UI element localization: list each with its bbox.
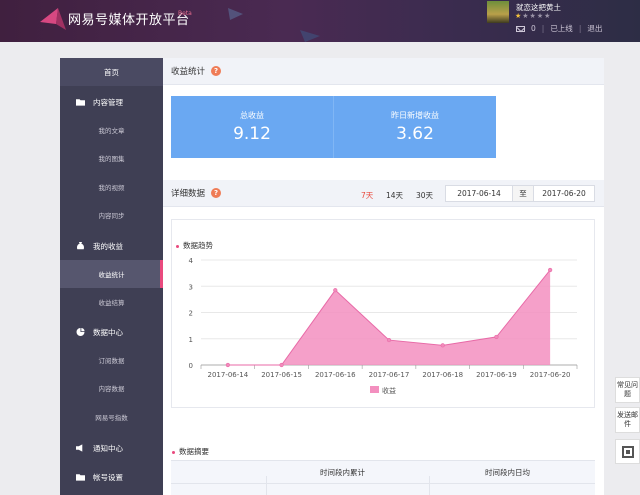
summary-header-daily-average: 时间段内日均 <box>485 467 530 478</box>
faq-button[interactable]: 常见问题 <box>615 377 640 403</box>
data-point <box>280 363 284 367</box>
data-point <box>495 335 499 339</box>
bullet-dot <box>172 451 175 454</box>
data-point <box>333 288 337 292</box>
data-point <box>548 268 552 272</box>
x-tick-label: 2017-06-15 <box>261 371 302 379</box>
summary-header-cumulative: 时间段内累计 <box>320 467 365 478</box>
y-tick-label: 1 <box>189 336 193 344</box>
y-tick-label: 4 <box>189 257 194 265</box>
data-point <box>441 344 445 348</box>
faq-label: 常见问题 <box>617 381 638 398</box>
column-divider <box>429 476 430 495</box>
data-point <box>226 363 230 367</box>
x-tick-label: 2017-06-17 <box>369 371 410 379</box>
summary-title: 数据摘要 <box>172 446 209 457</box>
legend-swatch <box>370 386 379 393</box>
x-tick-label: 2017-06-20 <box>530 371 571 379</box>
send-mail-label: 发送邮件 <box>617 411 638 428</box>
y-tick-label: 3 <box>189 283 193 291</box>
x-tick-label: 2017-06-16 <box>315 371 356 379</box>
summary-title-text: 数据摘要 <box>179 447 209 456</box>
summary-table <box>171 460 595 495</box>
qr-code-shape <box>622 446 634 458</box>
column-divider <box>266 476 267 495</box>
revenue-trend-chart: 0 1 2 3 4 2017-06-14 2017-06-15 2017-06-16 2017-… <box>0 0 640 495</box>
table-row-divider <box>171 483 595 484</box>
x-tick-label: 2017-06-19 <box>476 371 517 379</box>
x-tick-label: 2017-06-14 <box>208 371 249 379</box>
data-point <box>387 338 391 342</box>
legend-label: 收益 <box>382 386 396 395</box>
send-mail-button[interactable]: 发送邮件 <box>615 407 640 433</box>
y-tick-label: 2 <box>189 310 193 318</box>
y-tick-label: 0 <box>189 362 193 370</box>
qr-code-icon[interactable] <box>615 439 640 464</box>
series-area <box>228 270 550 365</box>
x-tick-label: 2017-06-18 <box>422 371 463 379</box>
